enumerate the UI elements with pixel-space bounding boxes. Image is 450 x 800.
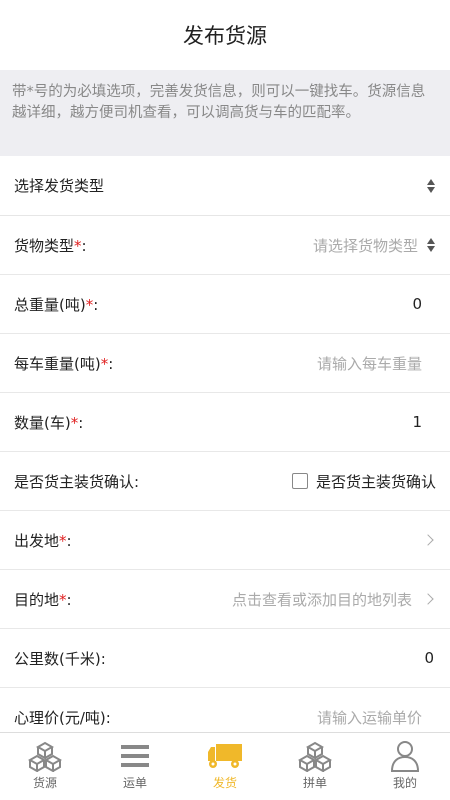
sort-arrows-icon (426, 238, 436, 252)
sort-arrows-icon (426, 178, 436, 193)
tab-ship[interactable]: 发货 (180, 733, 270, 800)
distance-row: 公里数(千米): 0 (0, 629, 450, 688)
truck-icon (207, 739, 243, 773)
tab-label: 货源 (32, 776, 57, 790)
destination-row[interactable]: 目的地*: 点击查看或添加目的地列表 (0, 570, 450, 629)
price-input[interactable]: 请输入运输单价 (111, 707, 436, 728)
total-weight-label: 总重量(吨)*: (14, 295, 99, 314)
cubes-icon (27, 739, 63, 773)
tab-label: 运单 (122, 776, 147, 790)
tab-waybill[interactable]: 运单 (90, 733, 180, 800)
cubes-icon (297, 739, 333, 773)
owner-confirm-checkbox[interactable] (291, 473, 308, 489)
tab-bar: 货源 运单 发货 拼单 我的 (0, 732, 450, 800)
cargo-type-label: 货物类型*: (14, 236, 87, 255)
distance-label: 公里数(千米): (14, 649, 106, 668)
tab-label: 拼单 (302, 776, 327, 790)
tab-mine[interactable]: 我的 (360, 733, 450, 800)
distance-input[interactable]: 0 (106, 649, 436, 667)
destination-label: 目的地*: (14, 590, 72, 609)
quantity-input[interactable]: 1 (83, 413, 436, 431)
chevron-right-icon (422, 593, 434, 605)
notice-banner: 带*号的为必填选项，完善发货信息，则可以一键找车。货源信息越详细，越方便司机查看… (0, 70, 450, 156)
tab-label: 我的 (392, 776, 417, 790)
destination-value[interactable]: 点击查看或添加目的地列表 (72, 589, 414, 610)
header: 发布货源 (0, 0, 450, 70)
weight-per-truck-label: 每车重量(吨)*: (14, 354, 114, 373)
cargo-form: 货物类型*: 请选择货物类型 总重量(吨)*: 0 每车重量(吨)*: 请输入每… (0, 216, 450, 747)
price-label: 心理价(元/吨): (14, 709, 111, 727)
select-shipping-type[interactable]: 选择发货类型 (0, 156, 450, 216)
owner-confirm-row: 是否货主装货确认: 是否货主装货确认 (0, 452, 450, 511)
origin-label: 出发地*: (14, 531, 72, 550)
page-title: 发布货源 (183, 24, 267, 48)
tab-label: 发货 (212, 776, 237, 790)
select-shipping-type-label: 选择发货类型 (14, 177, 105, 195)
weight-per-truck-row: 每车重量(吨)*: 请输入每车重量 (0, 334, 450, 393)
cargo-type-select[interactable]: 请选择货物类型 (87, 235, 420, 256)
total-weight-input[interactable]: 0 (98, 295, 436, 313)
total-weight-row: 总重量(吨)*: 0 (0, 275, 450, 334)
tab-cargo-source[interactable]: 货源 (0, 733, 90, 800)
chevron-right-icon (422, 534, 434, 546)
user-icon (387, 739, 423, 773)
quantity-label: 数量(车)*: (14, 413, 84, 432)
quantity-row: 数量(车)*: 1 (0, 393, 450, 452)
cargo-type-row[interactable]: 货物类型*: 请选择货物类型 (0, 216, 450, 275)
list-icon (117, 739, 153, 773)
owner-confirm-checkbox-group[interactable]: 是否货主装货确认 (139, 471, 436, 492)
owner-confirm-label: 是否货主装货确认: (14, 472, 140, 491)
weight-per-truck-input[interactable]: 请输入每车重量 (113, 353, 436, 374)
origin-row[interactable]: 出发地*: (0, 511, 450, 570)
owner-confirm-checkbox-label: 是否货主装货确认 (315, 472, 436, 491)
tab-combined-order[interactable]: 拼单 (270, 733, 360, 800)
